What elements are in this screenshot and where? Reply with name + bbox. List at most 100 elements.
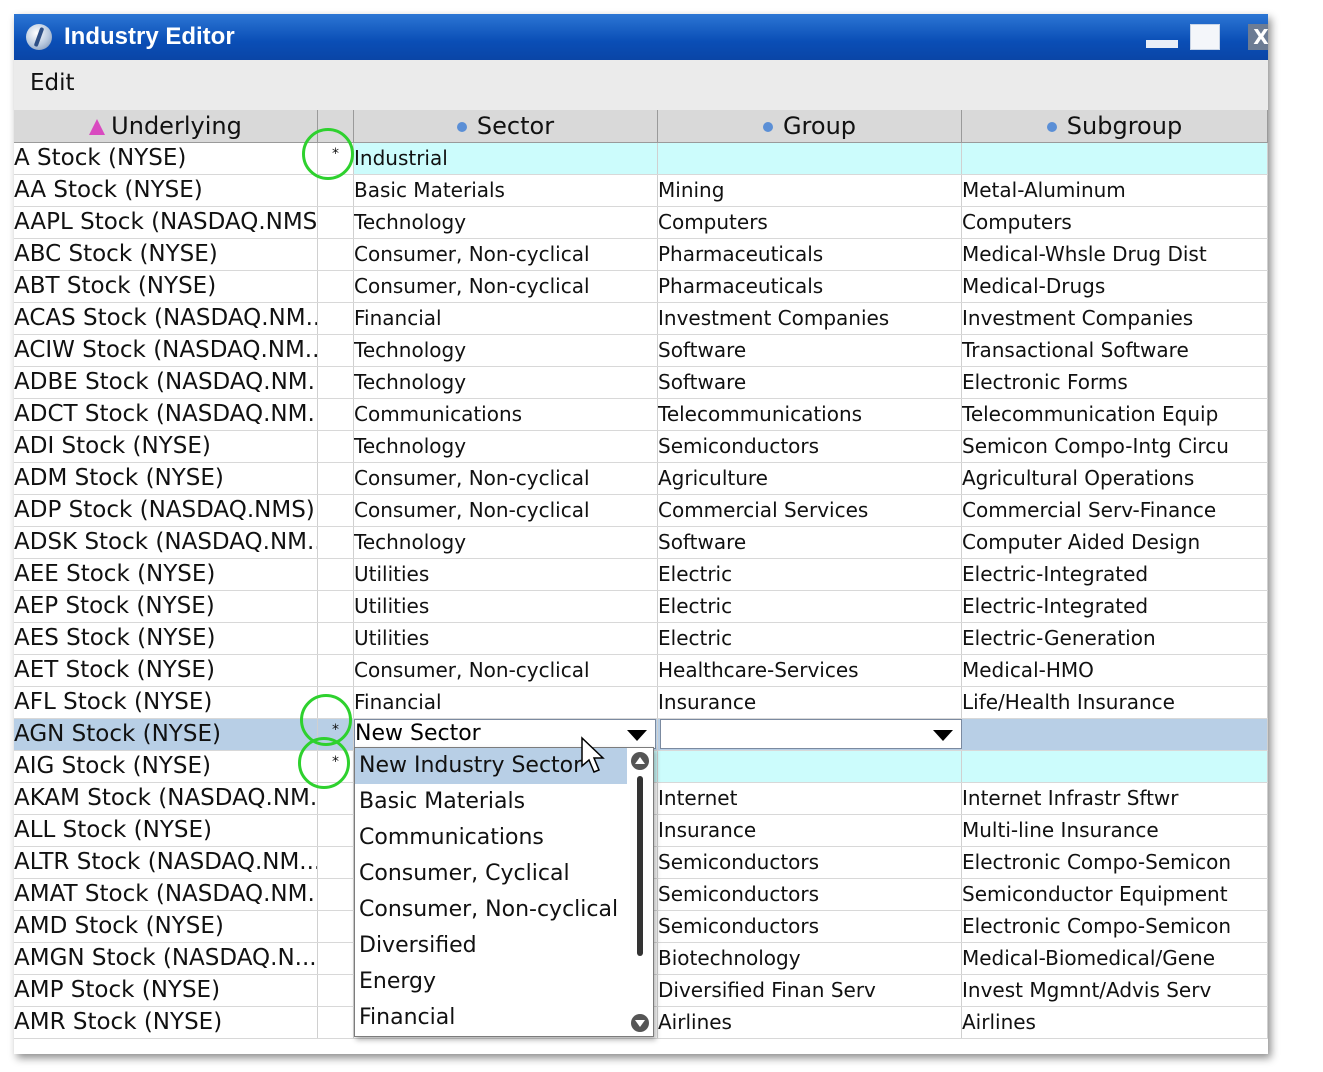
cell-underlying[interactable]: ADI Stock (NYSE) [14, 431, 318, 462]
scroll-up-icon[interactable] [631, 752, 649, 770]
cell-underlying[interactable]: ADBE Stock (NASDAQ.NM... [14, 367, 318, 398]
cell-flag[interactable] [318, 527, 354, 558]
cell-group[interactable]: Investment Companies [658, 303, 962, 334]
sector-combo-box[interactable]: New Sector [354, 719, 656, 749]
cell-group[interactable]: Insurance [658, 687, 962, 718]
cell-underlying[interactable]: AMAT Stock (NASDAQ.NM... [14, 879, 318, 910]
cell-underlying[interactable]: ADSK Stock (NASDAQ.NM... [14, 527, 318, 558]
chevron-down-icon[interactable] [933, 730, 953, 741]
cell-subgroup[interactable]: Medical-Drugs [962, 271, 1268, 302]
cell-underlying[interactable]: ADM Stock (NYSE) [14, 463, 318, 494]
dropdown-item-energy[interactable]: Energy [355, 964, 627, 1000]
cell-sector[interactable]: Technology [354, 335, 658, 366]
cell-group[interactable]: Semiconductors [658, 911, 962, 942]
cell-underlying[interactable]: AKAM Stock (NASDAQ.NM... [14, 783, 318, 814]
cell-flag[interactable] [318, 207, 354, 238]
cell-underlying[interactable]: ABT Stock (NYSE) [14, 271, 318, 302]
cell-subgroup[interactable]: Computers [962, 207, 1268, 238]
maximize-icon[interactable] [1190, 24, 1220, 50]
cell-subgroup[interactable]: Semicon Compo-Intg Circu [962, 431, 1268, 462]
cell-underlying[interactable]: AIG Stock (NYSE) [14, 751, 318, 782]
column-header-underlying[interactable]: Underlying [14, 110, 318, 142]
cell-group[interactable]: Biotechnology [658, 943, 962, 974]
scroll-down-icon[interactable] [631, 1014, 649, 1032]
cell-underlying[interactable]: ABC Stock (NYSE) [14, 239, 318, 270]
chevron-down-icon[interactable] [627, 730, 647, 741]
table-row[interactable]: AES Stock (NYSE) Utilities Electric Electri… [14, 623, 1268, 655]
cell-group[interactable]: Airlines [658, 1007, 962, 1038]
cell-sector[interactable]: Utilities [354, 559, 658, 590]
cell-group[interactable]: Mining [658, 175, 962, 206]
cell-subgroup[interactable] [962, 719, 1268, 750]
cell-subgroup[interactable]: Multi-line Insurance [962, 815, 1268, 846]
cell-underlying[interactable]: AEE Stock (NYSE) [14, 559, 318, 590]
cell-sector[interactable]: Technology [354, 367, 658, 398]
cell-underlying[interactable]: ALTR Stock (NASDAQ.NM... [14, 847, 318, 878]
cell-group[interactable]: Diversified Finan Serv [658, 975, 962, 1006]
cell-subgroup[interactable]: Semiconductor Equipment [962, 879, 1268, 910]
table-row[interactable]: ADBE Stock (NASDAQ.NM... Technology Softwa… [14, 367, 1268, 399]
table-row[interactable]: AEE Stock (NYSE) Utilities Electric Electri… [14, 559, 1268, 591]
cell-flag[interactable] [318, 559, 354, 590]
cell-underlying[interactable]: AEP Stock (NYSE) [14, 591, 318, 622]
cell-subgroup[interactable] [962, 143, 1268, 174]
dropdown-scrollbar[interactable] [631, 752, 649, 1032]
cell-flag[interactable] [318, 591, 354, 622]
cell-subgroup[interactable]: Medical-Biomedical/Gene [962, 943, 1268, 974]
cell-group[interactable]: Telecommunications [658, 399, 962, 430]
column-header-sector[interactable]: Sector [354, 110, 658, 142]
cell-subgroup[interactable]: Metal-Aluminum [962, 175, 1268, 206]
cell-sector[interactable]: Consumer, Non-cyclical [354, 495, 658, 526]
cell-subgroup[interactable]: Medical-HMO [962, 655, 1268, 686]
cell-subgroup[interactable]: Investment Companies [962, 303, 1268, 334]
cell-sector[interactable]: Industrial [354, 143, 658, 174]
table-row[interactable]: ADI Stock (NYSE) Technology Semiconductors… [14, 431, 1268, 463]
cell-group[interactable]: Electric [658, 591, 962, 622]
cell-sector[interactable]: Financial [354, 687, 658, 718]
cell-subgroup[interactable] [962, 751, 1268, 782]
cell-flag[interactable] [318, 1007, 354, 1038]
cell-subgroup[interactable]: Agricultural Operations [962, 463, 1268, 494]
cell-group[interactable]: Semiconductors [658, 879, 962, 910]
table-row[interactable]: A Stock (NYSE) * Industrial [14, 143, 1268, 175]
cell-flag[interactable] [318, 239, 354, 270]
cell-subgroup[interactable]: Electric-Generation [962, 623, 1268, 654]
table-row[interactable]: ABT Stock (NYSE) Consumer, Non-cyclical Ph… [14, 271, 1268, 303]
cell-group[interactable] [658, 751, 962, 782]
table-row[interactable]: AEP Stock (NYSE) Utilities Electric Electri… [14, 591, 1268, 623]
cell-flag[interactable] [318, 431, 354, 462]
cell-group[interactable]: Insurance [658, 815, 962, 846]
cell-underlying[interactable]: AMP Stock (NYSE) [14, 975, 318, 1006]
cell-group[interactable]: Internet [658, 783, 962, 814]
cell-sector[interactable]: Utilities [354, 591, 658, 622]
cell-group[interactable]: Semiconductors [658, 847, 962, 878]
cell-group[interactable]: Semiconductors [658, 431, 962, 462]
cell-flag[interactable] [318, 911, 354, 942]
cell-underlying[interactable]: AAPL Stock (NASDAQ.NMS) [14, 207, 318, 238]
cell-underlying[interactable]: AGN Stock (NYSE) [14, 719, 318, 750]
cell-sector[interactable]: Consumer, Non-cyclical [354, 239, 658, 270]
dropdown-item-consumer-non-cyclical[interactable]: Consumer, Non-cyclical [355, 892, 627, 928]
cell-underlying[interactable]: AES Stock (NYSE) [14, 623, 318, 654]
dropdown-item-communications[interactable]: Communications [355, 820, 627, 856]
cell-underlying[interactable]: AFL Stock (NYSE) [14, 687, 318, 718]
cell-group[interactable]: Commercial Services [658, 495, 962, 526]
cell-sector[interactable]: Utilities [354, 623, 658, 654]
cell-underlying[interactable]: A Stock (NYSE) [14, 143, 318, 174]
cell-underlying[interactable]: AMGN Stock (NASDAQ.N... [14, 943, 318, 974]
cell-subgroup[interactable]: Telecommunication Equip [962, 399, 1268, 430]
minimize-icon[interactable] [1146, 40, 1178, 48]
cell-group[interactable]: Software [658, 335, 962, 366]
cell-underlying[interactable]: AET Stock (NYSE) [14, 655, 318, 686]
cell-sector[interactable]: Consumer, Non-cyclical [354, 463, 658, 494]
sector-dropdown-list[interactable]: New Industry Sector Basic Materials Comm… [354, 747, 654, 1037]
dropdown-item-consumer-cyclical[interactable]: Consumer, Cyclical [355, 856, 627, 892]
group-combo-box[interactable] [660, 719, 962, 749]
cell-sector[interactable]: Financial [354, 303, 658, 334]
table-row[interactable]: ABC Stock (NYSE) Consumer, Non-cyclical Ph… [14, 239, 1268, 271]
cell-subgroup[interactable]: Internet Infrastr Sftwr [962, 783, 1268, 814]
cell-group[interactable]: Agriculture [658, 463, 962, 494]
cell-subgroup[interactable]: Electric-Integrated [962, 559, 1268, 590]
dropdown-item-diversified[interactable]: Diversified [355, 928, 627, 964]
table-row[interactable]: ADP Stock (NASDAQ.NMS) Consumer, Non-cycl… [14, 495, 1268, 527]
